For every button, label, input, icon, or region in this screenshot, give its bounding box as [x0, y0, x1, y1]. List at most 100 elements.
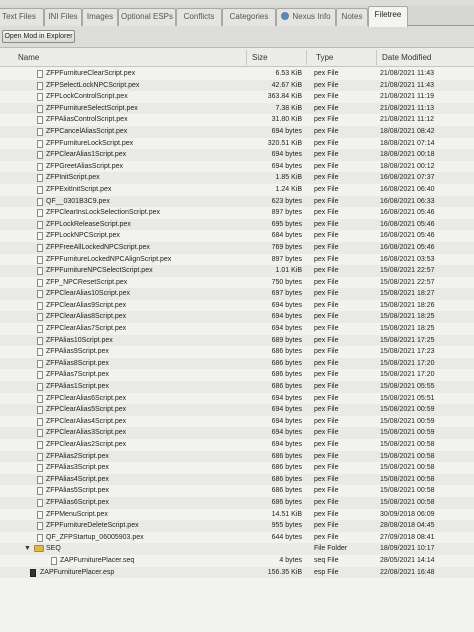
- file-row[interactable]: ZFP_NPCResetScript.pex 750 bytes pex File 1…: [0, 277, 474, 289]
- column-header-name[interactable]: Name: [18, 53, 39, 62]
- file-name: ZFPGreetAliasScript.pex: [46, 162, 124, 170]
- file-row[interactable]: ZFPAlias8Script.pex 686 bytes pex File 15/0…: [0, 357, 474, 370]
- file-row[interactable]: ZFPLockControlScript.pex 363.84 KiB pex Fi…: [0, 91, 474, 103]
- column-divider[interactable]: [376, 50, 377, 65]
- column-header-type[interactable]: Type: [316, 53, 333, 62]
- tab-conflicts[interactable]: Conflicts: [176, 8, 222, 26]
- file-date: 15/08/2021 00:58: [380, 487, 435, 495]
- file-row[interactable]: ZFPMenuScript.pex 14.51 KiB pex File 30/09/…: [0, 509, 474, 521]
- file-date: 15/08/2021 17:20: [380, 371, 435, 379]
- file-row[interactable]: ZFPAlias6Script.pex 686 bytes pex File 15/0…: [0, 496, 474, 509]
- file-name: ZFPClearAlias6Script.pex: [46, 394, 127, 402]
- file-type: pex File: [314, 255, 339, 263]
- file-type: pex File: [314, 371, 339, 379]
- file-name: ZFPClearAlias7Script.pex: [46, 325, 127, 333]
- file-row[interactable]: ZFPClearAlias3Script.pex 694 bytes pex Fil…: [0, 427, 474, 439]
- file-row[interactable]: ZFPFreeAllLockedNPCScript.pex 769 bytes pe…: [0, 241, 474, 254]
- file-row[interactable]: QF_ZFPStartup_06005903.pex 644 bytes pex F…: [0, 532, 474, 544]
- file-row[interactable]: ZFPFurnitureSelectScript.pex 7.38 KiB pex …: [0, 102, 474, 115]
- file-row[interactable]: ZFPFurnitureLockedNPCAlignScript.pex 897 …: [0, 254, 474, 266]
- file-row[interactable]: ZFPFurnitureNPCSelectScript.pex 1.01 KiB p…: [0, 265, 474, 277]
- file-row[interactable]: ZFPAlias3Script.pex 686 bytes pex File 15/0…: [0, 462, 474, 474]
- file-row[interactable]: ZFPClearAlias4Script.pex 694 bytes pex Fil…: [0, 416, 474, 428]
- file-size: 695 bytes: [271, 220, 302, 228]
- folder-row[interactable]: SEQ File Folder 18/09/2021 10:17 ▼: [0, 543, 474, 555]
- file-row[interactable]: ZFPGreetAliasScript.pex 694 bytes pex File…: [0, 161, 474, 173]
- column-divider[interactable]: [246, 50, 247, 65]
- tab-optional-esps[interactable]: Optional ESPs: [118, 8, 176, 26]
- file-row[interactable]: ZFPAlias5Script.pex 686 bytes pex File 15/0…: [0, 485, 474, 497]
- file-size: 694 bytes: [271, 441, 302, 448]
- file-name: ZFPLockControlScript.pex: [46, 93, 128, 101]
- file-row[interactable]: ZAPFurniturePlacer.esp 156.35 KiB esp File…: [0, 566, 474, 579]
- tab-notes[interactable]: Notes: [336, 8, 368, 26]
- file-row[interactable]: ZFPClearAlias8Script.pex 694 bytes pex Fil…: [0, 311, 474, 324]
- file-row[interactable]: ZFPClearAlias10Script.pex 697 bytes pex Fi…: [0, 288, 474, 300]
- file-size: 320.51 KiB: [267, 139, 302, 147]
- file-date: 21/08/2021 11:12: [380, 116, 434, 124]
- file-row[interactable]: ZFPClearAlias2Script.pex 694 bytes pex Fil…: [0, 439, 474, 451]
- file-icon: [37, 475, 43, 484]
- file-type: pex File: [314, 429, 339, 437]
- tab-filetree[interactable]: Filetree: [368, 6, 408, 27]
- file-size: 6.53 KiB: [275, 70, 302, 77]
- file-name: ZFPAlias5Script.pex: [46, 487, 109, 495]
- file-name: ZFPClearAlias10Script.pex: [46, 290, 131, 298]
- file-tree[interactable]: Name Size Type Date Modified ZFPFurnitur…: [0, 47, 474, 632]
- file-type: pex File: [314, 127, 339, 135]
- file-row[interactable]: ZFPAlias10Script.pex 689 bytes pex File 15/…: [0, 334, 474, 347]
- file-size: 897 bytes: [271, 209, 302, 217]
- file-size: 31.80 KiB: [271, 116, 302, 124]
- open-mod-in-explorer-button[interactable]: Open Mod in Explorer: [2, 30, 75, 43]
- file-icon: [37, 487, 43, 496]
- file-icon: [37, 429, 43, 438]
- file-row[interactable]: ZFPClearAlias6Script.pex 694 bytes pex Fil…: [0, 393, 474, 405]
- file-row[interactable]: ZFPCancelAliasScript.pex 694 bytes pex Fil…: [0, 125, 474, 138]
- tab-text-files[interactable]: Text Files: [0, 8, 44, 26]
- file-row[interactable]: ZFPAlias9Script.pex 686 bytes pex File 15/0…: [0, 346, 474, 358]
- file-row[interactable]: ZAPFurniturePlacer.seq 4 bytes seq File 28/…: [0, 555, 474, 567]
- file-icon: [37, 406, 43, 415]
- file-name: ZFPAlias2Script.pex: [46, 452, 109, 460]
- file-size: 689 bytes: [271, 336, 302, 344]
- file-type: pex File: [314, 185, 339, 193]
- file-row[interactable]: ZFPClearAlias5Script.pex 694 bytes pex Fil…: [0, 404, 474, 416]
- file-row[interactable]: ZFPExitInitScript.pex 1.24 KiB pex File 16/…: [0, 184, 474, 196]
- file-row[interactable]: ZFPFurnitureClearScript.pex 6.53 KiB pex F…: [0, 68, 474, 80]
- file-type: pex File: [314, 348, 339, 356]
- file-type: pex File: [314, 243, 339, 251]
- file-row[interactable]: ZFPClearAlias7Script.pex 694 bytes pex Fil…: [0, 323, 474, 335]
- file-row[interactable]: ZFPAlias2Script.pex 686 bytes pex File 15/0…: [0, 450, 474, 463]
- column-header-size[interactable]: Size: [252, 53, 268, 62]
- file-size: 694 bytes: [271, 394, 302, 402]
- tab-nexus-info[interactable]: Nexus Info: [276, 8, 336, 26]
- file-row[interactable]: ZFPAlias1Script.pex 686 bytes pex File 15/0…: [0, 381, 474, 393]
- column-header-date[interactable]: Date Modified: [382, 53, 431, 62]
- tab-label: Nexus Info: [292, 12, 331, 21]
- file-icon: [37, 278, 43, 287]
- file-row[interactable]: ZFPAlias4Script.pex 686 bytes pex File 15/0…: [0, 473, 474, 486]
- file-date: 28/08/2018 04:45: [380, 522, 435, 530]
- file-row[interactable]: ZFPSelectLockNPCScript.pex 42.67 KiB pex F…: [0, 79, 474, 92]
- file-row[interactable]: ZFPAliasControlScript.pex 31.80 KiB pex Fi…: [0, 114, 474, 126]
- file-row[interactable]: ZFPClearAlias9Script.pex 694 bytes pex Fil…: [0, 300, 474, 312]
- file-date: 15/08/2021 17:25: [380, 336, 435, 344]
- file-row[interactable]: ZFPClearAlias1Script.pex 694 bytes pex Fil…: [0, 149, 474, 161]
- file-row[interactable]: ZFPFurnitureLockScript.pex 320.51 KiB pex …: [0, 138, 474, 150]
- chevron-down-icon[interactable]: ▼: [24, 543, 31, 555]
- file-row[interactable]: ZFPInitScript.pex 1.85 KiB pex File 16/08/2…: [0, 172, 474, 184]
- file-name: ZFPFurnitureLockedNPCAlignScript.pex: [46, 255, 172, 263]
- column-divider[interactable]: [306, 50, 307, 65]
- file-row[interactable]: ZFPLockReleaseScript.pex 695 bytes pex Fil…: [0, 218, 474, 231]
- file-row[interactable]: QF__0301B3C9.pex 623 bytes pex File 16/08/2…: [0, 195, 474, 208]
- tab-categories[interactable]: Categories: [222, 8, 276, 26]
- file-row[interactable]: ZFPAlias7Script.pex 686 bytes pex File 15/0…: [0, 369, 474, 381]
- file-date: 18/09/2021 10:17: [380, 545, 435, 553]
- file-row[interactable]: ZFPFurnitureDeleteScript.pex 955 bytes pex…: [0, 520, 474, 532]
- tab-images[interactable]: Images: [82, 8, 118, 26]
- tab-ini-files[interactable]: INI Files: [44, 8, 82, 26]
- file-name: ZAPFurniturePlacer.seq: [60, 556, 135, 564]
- file-type: pex File: [314, 116, 339, 124]
- file-row[interactable]: ZFPLockNPCScript.pex 684 bytes pex File 16/…: [0, 230, 474, 242]
- file-row[interactable]: ZFPClearInsLockSelectionScript.pex 897 by…: [0, 207, 474, 219]
